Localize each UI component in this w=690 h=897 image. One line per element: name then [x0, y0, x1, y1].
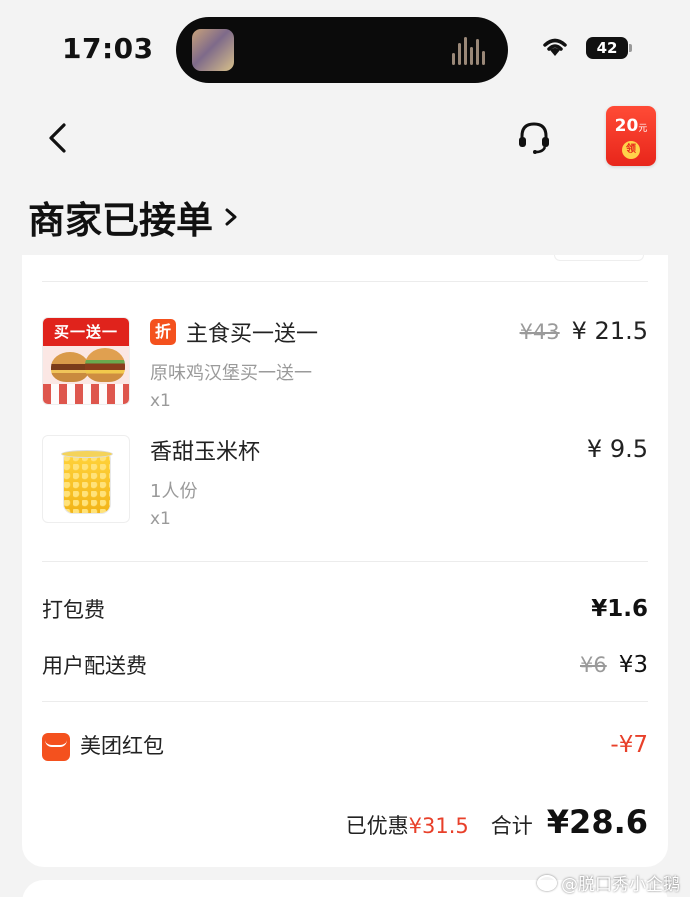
chevron-right-icon	[225, 208, 237, 226]
order-item[interactable]: 香甜玉米杯 1人份 x1 ¥ 9.5	[42, 435, 648, 535]
thumb-banner: 买一送一	[43, 318, 129, 346]
wifi-icon	[543, 38, 567, 56]
item-quantity: x1	[150, 391, 171, 411]
divider	[42, 561, 648, 562]
discount-tag: 折	[150, 319, 176, 345]
coupon-value: -¥7	[610, 732, 648, 758]
delivery-fee-current: ¥3	[618, 652, 648, 678]
item-subtitle: 1人份	[150, 481, 198, 502]
item-subtitle: 原味鸡汉堡买一送一	[150, 363, 312, 384]
redpacket-button[interactable]: 20元 领	[606, 106, 656, 166]
item-thumbnail-burger: 买一送一	[42, 317, 130, 405]
now-playing-artwork	[192, 29, 234, 71]
delivery-fee-row: 用户配送费 ¥6 ¥3	[42, 647, 648, 683]
order-item[interactable]: 买一送一 折 主食买一送一 原味鸡汉堡买一送一 x1 ¥43 ¥ 21.5	[42, 317, 648, 417]
audio-waveform-icon	[452, 35, 488, 65]
order-status-title[interactable]: 商家已接单	[28, 190, 239, 244]
order-status-label: 商家已接单	[28, 199, 213, 242]
delivery-fee-label: 用户配送费	[42, 654, 147, 678]
item-current-price: ¥ 9.5	[586, 435, 648, 463]
divider	[42, 281, 648, 282]
packing-fee-row: 打包费 ¥1.6	[42, 591, 648, 627]
nav-bar: 20元 领	[0, 100, 690, 180]
delivery-fee-value: ¥6 ¥3	[580, 652, 648, 678]
item-quantity: x1	[150, 509, 171, 529]
total-value: ¥28.6	[546, 803, 648, 841]
item-original-price: ¥43	[519, 320, 560, 344]
item-title: 主食买一送一	[186, 322, 319, 347]
coupon-row[interactable]: 美团红包 -¥7	[42, 727, 648, 763]
order-total-row: 已优惠 ¥31.5 合计 ¥28.6	[346, 803, 648, 841]
customer-service-icon[interactable]	[514, 118, 554, 158]
red-envelope-icon	[42, 732, 70, 761]
packing-fee-value: ¥1.6	[591, 596, 648, 622]
item-price: ¥ 9.5	[587, 435, 648, 463]
item-current-price: ¥ 21.5	[571, 317, 648, 345]
weibo-icon	[537, 874, 557, 891]
back-arrow-icon[interactable]	[40, 120, 76, 156]
order-detail-card: 买一送一 折 主食买一送一 原味鸡汉堡买一送一 x1 ¥43 ¥ 21.5 香甜…	[22, 255, 668, 867]
redpacket-seal: 领	[622, 141, 640, 159]
item-info: 香甜玉米杯 1人份 x1	[150, 435, 260, 529]
watermark: @脱口秀小企鹅	[537, 870, 680, 895]
delivery-fee-original: ¥6	[579, 653, 607, 677]
tablecloth	[43, 384, 129, 404]
coupon-label: 美团红包	[80, 733, 164, 758]
battery-cap	[629, 44, 632, 52]
corn-cup	[63, 454, 111, 514]
item-title: 香甜玉米杯	[150, 440, 261, 465]
battery-indicator: 42	[586, 37, 628, 59]
saved-value: ¥31.5	[408, 814, 469, 838]
status-bar: 17:03 42	[0, 0, 690, 100]
saved-label: 已优惠	[345, 814, 409, 838]
dynamic-island[interactable]	[176, 17, 508, 83]
item-thumbnail-corn	[42, 435, 130, 523]
redpacket-amount: 20元	[614, 116, 648, 136]
status-time: 17:03	[62, 32, 154, 65]
corn-cup-rim	[61, 450, 113, 458]
item-price: ¥43 ¥ 21.5	[520, 317, 648, 345]
watermark-text: @脱口秀小企鹅	[561, 875, 680, 895]
item-info: 折 主食买一送一 原味鸡汉堡买一送一 x1	[150, 317, 318, 411]
card-top-edge	[554, 255, 644, 261]
packing-fee-label: 打包费	[42, 598, 105, 622]
divider	[42, 701, 648, 702]
total-label: 合计	[490, 814, 533, 838]
